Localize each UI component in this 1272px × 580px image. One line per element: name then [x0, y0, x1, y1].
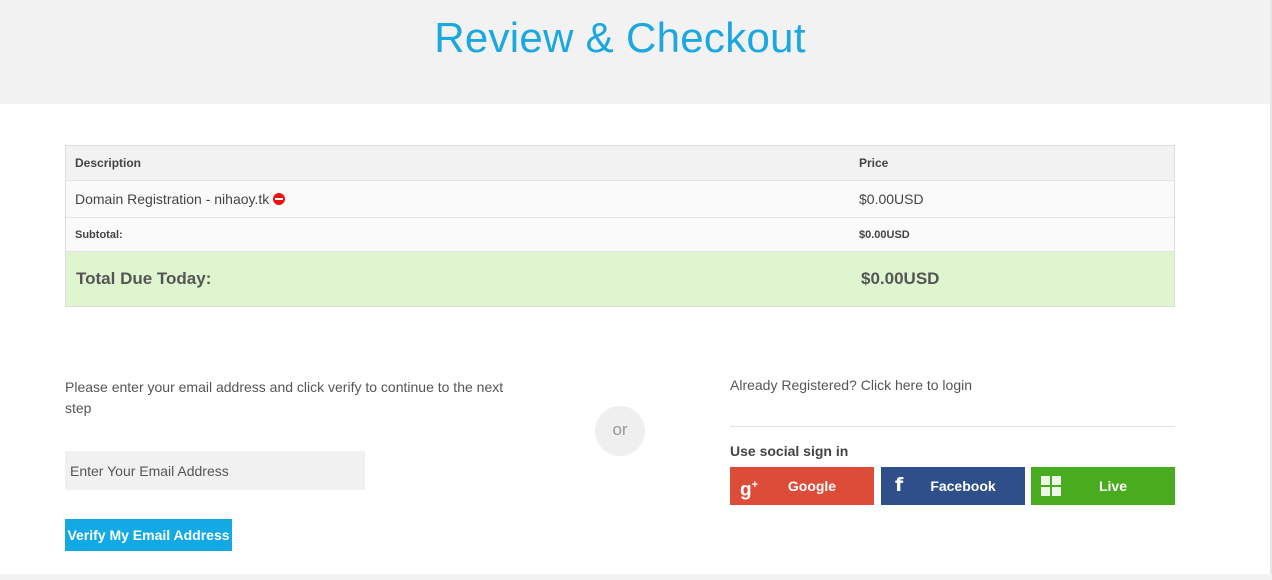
item-description: Domain Registration - nihaoy.tk	[75, 191, 270, 207]
footer-strip	[0, 574, 1272, 580]
item-price: $0.00USD	[859, 191, 924, 207]
description-column-header: Description	[75, 156, 142, 170]
price-column-header: Price	[859, 156, 889, 170]
cart-summary-table: Description Price Domain Registration - …	[65, 145, 1175, 307]
live-button-label: Live	[1098, 478, 1127, 494]
page-title: Review & Checkout	[434, 14, 806, 61]
subtotal-value: $0.00USD	[859, 229, 910, 241]
or-separator: or	[595, 406, 645, 456]
remove-item-icon[interactable]	[273, 193, 286, 205]
login-link[interactable]: Already Registered? Click here to login	[730, 377, 972, 393]
total-due-value: $0.00USD	[861, 269, 940, 288]
table-row: Domain Registration - nihaoy.tk $0.00USD	[66, 180, 1174, 217]
total-due-label: Total Due Today:	[76, 269, 212, 288]
social-sign-in-title: Use social sign in	[730, 443, 849, 459]
facebook-sign-in-button[interactable]: f Facebook	[881, 467, 1025, 505]
page-header: Review & Checkout	[0, 0, 1272, 104]
google-button-label: Google	[787, 478, 837, 494]
total-due-row: Total Due Today: $0.00USD	[66, 251, 1174, 306]
google-sign-in-button[interactable]: g+ Google	[730, 467, 874, 505]
facebook-button-label: Facebook	[930, 478, 996, 494]
subtotal-label: Subtotal:	[75, 229, 123, 241]
item-description-cell: Domain Registration - nihaoy.tk	[75, 191, 286, 207]
divider	[730, 426, 1175, 427]
subtotal-row: Subtotal: $0.00USD	[66, 217, 1174, 251]
email-instructions: Please enter your email address and clic…	[65, 379, 504, 416]
email-field[interactable]	[65, 451, 365, 490]
live-sign-in-button[interactable]: Live	[1031, 467, 1175, 505]
table-header-row: Description Price	[66, 146, 1174, 180]
verify-email-button[interactable]: Verify My Email Address	[65, 519, 232, 551]
